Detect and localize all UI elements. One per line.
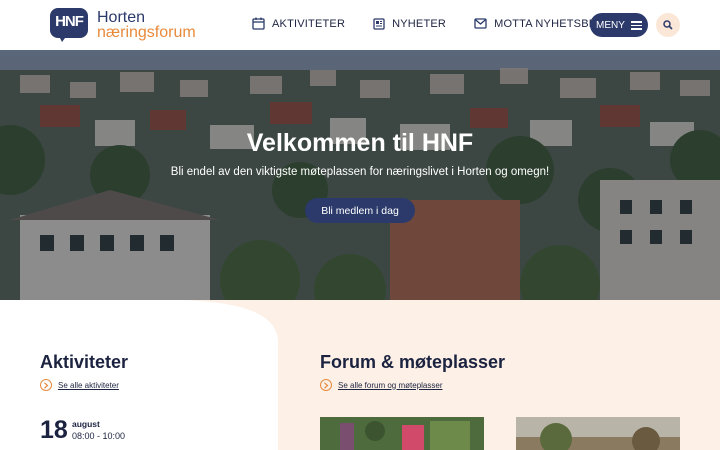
event-time: 08:00 - 10:00 bbox=[72, 431, 126, 441]
activities-title: Aktiviteter bbox=[40, 352, 129, 372]
logo-wordmark: Horten næringsforum bbox=[97, 9, 196, 41]
main-nav: AKTIVITETER NYHETER MOTTA NYHETSBREV bbox=[252, 17, 640, 30]
forum-card-image[interactable] bbox=[516, 417, 680, 450]
site-header: HNF Horten næringsforum AKTIVITETER NYHE… bbox=[0, 0, 720, 50]
nav-item-aktiviteter[interactable]: AKTIVITETER bbox=[252, 17, 345, 30]
see-all-activities-label: Se alle aktiviteter bbox=[58, 380, 119, 390]
event-month: august bbox=[72, 419, 100, 429]
calendar-icon bbox=[252, 17, 265, 30]
envelope-icon bbox=[474, 18, 487, 29]
see-all-forum-link[interactable]: Se alle forum og møteplasser bbox=[320, 379, 443, 391]
forum-card-image[interactable] bbox=[320, 417, 484, 450]
search-button[interactable] bbox=[656, 13, 680, 37]
hero-banner: Velkommen til HNF Bli endel av den vikti… bbox=[0, 50, 720, 300]
see-all-activities-link[interactable]: Se alle aktiviteter bbox=[40, 379, 119, 391]
logo-line-2: næringsforum bbox=[97, 24, 196, 41]
forum-title: Forum & møteplasser bbox=[320, 352, 506, 372]
site-logo[interactable]: HNF Horten næringsforum bbox=[50, 8, 196, 42]
join-button[interactable]: Bli medlem i dag bbox=[305, 198, 415, 223]
newspaper-icon bbox=[373, 17, 385, 30]
menu-button-label: MENY bbox=[596, 19, 625, 31]
logo-mark: HNF bbox=[50, 8, 88, 42]
nav-item-label: NYHETER bbox=[392, 17, 447, 30]
hero-subtitle: Bli endel av den viktigste møteplassen f… bbox=[170, 166, 550, 178]
nav-item-nyheter[interactable]: NYHETER bbox=[373, 18, 446, 30]
logo-mark-text: HNF bbox=[55, 13, 84, 30]
event-day: 18 bbox=[40, 416, 68, 444]
menu-button[interactable]: MENY bbox=[590, 13, 648, 37]
hamburger-icon bbox=[630, 21, 642, 30]
search-icon bbox=[663, 20, 673, 30]
hero-title: Velkommen til HNF bbox=[246, 129, 474, 157]
content-section: Aktiviteter Se alle aktiviteter 18 augus… bbox=[0, 300, 720, 450]
nav-item-label: AKTIVITETER bbox=[272, 17, 346, 30]
see-all-forum-label: Se alle forum og møteplasser bbox=[338, 380, 443, 390]
chevron-right-icon bbox=[320, 379, 332, 391]
logo-line-1: Horten bbox=[97, 9, 146, 26]
chevron-right-icon bbox=[40, 379, 52, 391]
